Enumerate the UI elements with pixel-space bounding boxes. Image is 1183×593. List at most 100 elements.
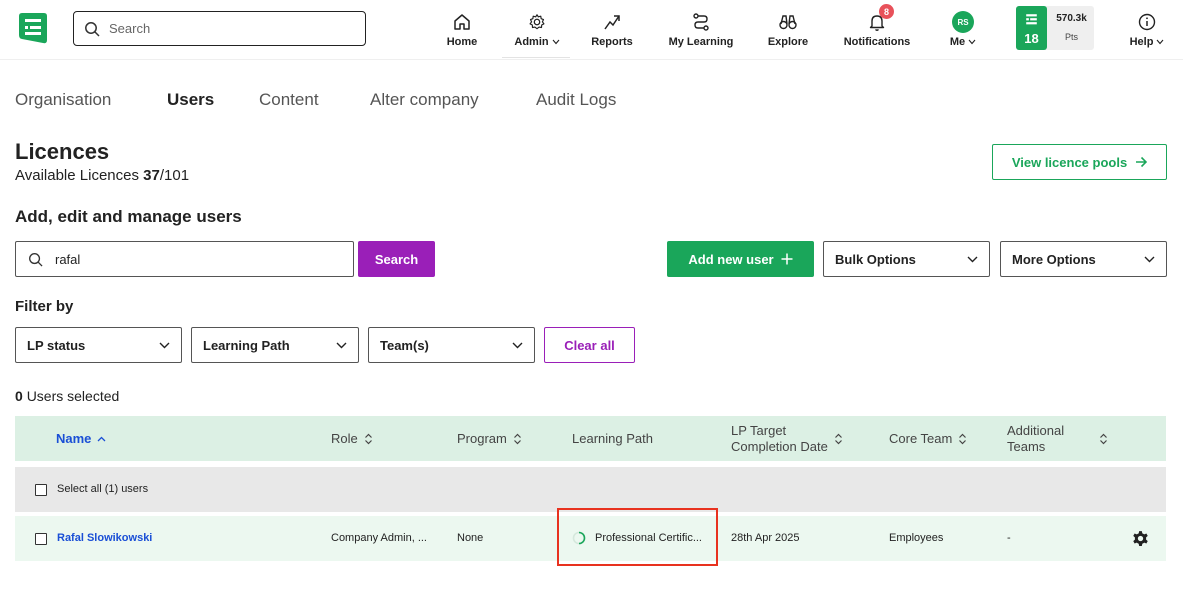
level-number: 18 — [1024, 31, 1039, 46]
binoculars-icon — [777, 11, 799, 33]
add-new-user-label: Add new user — [688, 251, 774, 267]
search-icon — [85, 21, 100, 37]
search-icon — [29, 252, 43, 267]
points-widget[interactable]: 18 570.3k Pts — [1016, 6, 1094, 50]
trend-up-icon — [601, 11, 623, 33]
column-header-learning-path: Learning Path — [572, 431, 653, 446]
nav-me[interactable]: RS Me — [946, 8, 980, 54]
column-header-additional-teams[interactable]: Additional Teams — [1007, 423, 1108, 455]
nav-admin-label: Admin — [514, 36, 549, 48]
chevron-down-icon — [1157, 39, 1164, 45]
manage-users-heading: Add, edit and manage users — [15, 207, 242, 226]
nav-notifications[interactable]: 8 Notifications — [843, 4, 911, 54]
select-all-label: Select all (1) users — [57, 483, 149, 495]
column-header-core-team[interactable]: Core Team — [889, 431, 967, 446]
avatar: RS — [952, 11, 974, 33]
tab-users[interactable]: Users — [167, 90, 214, 110]
tab-organisation[interactable]: Organisation — [15, 90, 111, 110]
user-role: Company Admin, ... — [331, 532, 427, 544]
nav-explore[interactable]: Explore — [767, 8, 809, 54]
learning-path-filter[interactable]: Learning Path — [191, 327, 359, 363]
path-icon — [690, 11, 712, 33]
nav-reports[interactable]: Reports — [590, 8, 634, 54]
tab-content[interactable]: Content — [259, 90, 319, 110]
teams-filter-label: Team(s) — [380, 337, 429, 353]
home-icon — [451, 11, 473, 33]
user-target-date: 28th Apr 2025 — [731, 532, 800, 544]
nav-home[interactable]: Home — [444, 8, 480, 54]
nav-admin[interactable]: Admin — [512, 8, 562, 54]
tab-alter-company[interactable]: Alter company — [370, 90, 479, 110]
column-header-program[interactable]: Program — [457, 431, 522, 446]
chevron-down-icon — [968, 39, 976, 45]
sort-icon — [959, 433, 967, 444]
bulk-options-label: Bulk Options — [835, 251, 916, 267]
view-licence-pools-label: View licence pools — [1011, 154, 1128, 170]
core-team-header-label: Core Team — [889, 431, 953, 446]
nav-home-label: Home — [446, 36, 478, 48]
nav-me-label: Me — [949, 36, 966, 48]
lp-target-header-line1: LP Target — [731, 423, 787, 438]
selected-label: Users selected — [26, 388, 120, 404]
level-badge: 18 — [1016, 6, 1047, 50]
nav-help[interactable]: Help — [1126, 8, 1168, 54]
search-placeholder: Search — [109, 21, 151, 36]
user-search-input[interactable]: rafal — [15, 241, 354, 277]
search-button-label: Search — [374, 251, 419, 267]
selected-count: 0 — [15, 388, 23, 404]
select-all-checkbox[interactable] — [35, 484, 47, 496]
bulk-options-dropdown[interactable]: Bulk Options — [823, 241, 990, 277]
name-header-label: Name — [56, 431, 92, 446]
row-checkbox[interactable] — [35, 533, 47, 545]
nav-my-learning[interactable]: My Learning — [667, 8, 735, 54]
bell-icon: 8 — [866, 4, 894, 33]
learning-path-header-label: Learning Path — [572, 431, 653, 446]
top-navigation-bar: Search Home Admin Reports My Learning Ex… — [0, 0, 1183, 60]
clear-all-button[interactable]: Clear all — [544, 327, 635, 363]
brand-logo[interactable] — [16, 12, 50, 46]
additional-header-line1: Additional — [1007, 423, 1065, 438]
highlight-box — [557, 508, 718, 566]
tab-audit-logs[interactable]: Audit Logs — [536, 90, 616, 110]
chevron-down-icon — [336, 342, 347, 348]
nav-help-label: Help — [1129, 36, 1154, 48]
nav-explore-label: Explore — [767, 36, 809, 48]
lp-status-label: LP status — [27, 337, 86, 353]
available-licences-label: Available Licences — [15, 167, 139, 184]
chevron-down-icon — [1144, 256, 1155, 262]
add-new-user-button[interactable]: Add new user — [667, 241, 814, 277]
clear-all-label: Clear all — [564, 337, 615, 353]
users-selected-count: 0 Users selected — [15, 388, 119, 404]
select-all-row: Select all (1) users — [15, 467, 1166, 512]
view-licence-pools-button[interactable]: View licence pools — [992, 144, 1167, 180]
chevron-down-icon — [512, 342, 523, 348]
points-unit: Pts — [1064, 32, 1078, 42]
search-button[interactable]: Search — [358, 241, 435, 277]
user-core-team: Employees — [889, 532, 944, 544]
more-options-label: More Options — [1012, 251, 1096, 267]
row-settings-gear-icon[interactable] — [1131, 529, 1150, 548]
user-search-value: rafal — [55, 251, 81, 267]
page-title: Licences — [15, 139, 110, 164]
chevron-down-icon — [552, 39, 560, 45]
sort-icon — [1100, 433, 1107, 445]
learning-path-filter-label: Learning Path — [203, 337, 290, 353]
arrow-right-icon — [1136, 156, 1148, 168]
column-header-lp-target[interactable]: LP Target Completion Date — [731, 423, 843, 455]
sort-icon — [364, 433, 372, 444]
available-licences: Available Licences 37/101 — [15, 167, 189, 184]
column-header-name[interactable]: Name — [56, 431, 106, 446]
plus-icon — [781, 253, 793, 265]
user-name-link[interactable]: Rafal Slowikowski — [57, 532, 152, 544]
filter-by-heading: Filter by — [15, 298, 74, 315]
sort-icon — [513, 433, 521, 444]
lp-status-filter[interactable]: LP status — [15, 327, 182, 363]
column-header-role[interactable]: Role — [331, 431, 373, 446]
brand-logo-small — [1026, 14, 1037, 25]
user-additional-teams: - — [1007, 532, 1011, 544]
sort-icon — [834, 433, 842, 445]
global-search-input[interactable]: Search — [73, 11, 366, 46]
more-options-dropdown[interactable]: More Options — [1000, 241, 1167, 277]
info-icon — [1136, 11, 1158, 33]
teams-filter[interactable]: Team(s) — [368, 327, 535, 363]
